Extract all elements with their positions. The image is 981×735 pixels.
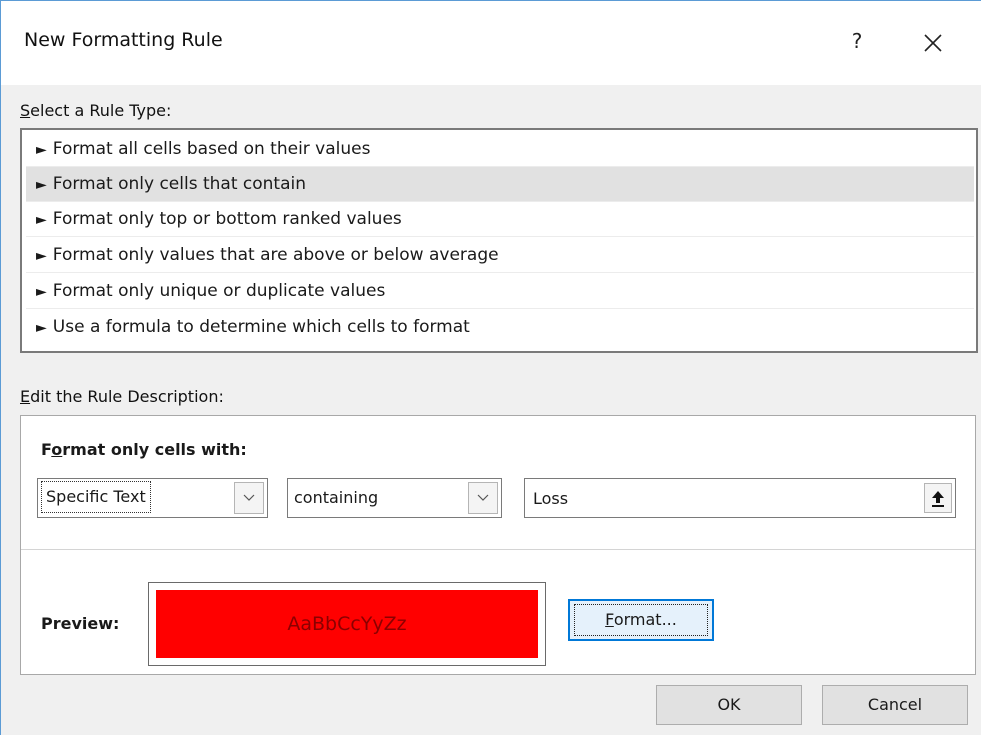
format-only-cells-heading: Format only cells with: xyxy=(41,440,247,459)
format-button[interactable]: Format... xyxy=(568,599,714,641)
arrow-right-icon: ► xyxy=(36,142,47,158)
chevron-down-icon[interactable] xyxy=(234,482,264,514)
arrow-right-icon: ► xyxy=(36,212,47,228)
rule-type-label-accesskey: S xyxy=(20,101,31,120)
format-preview-sample: AaBbCcYyZz xyxy=(156,590,538,658)
rule-type-item[interactable]: ► Format all cells based on their values xyxy=(26,132,974,167)
collapse-dialog-icon[interactable] xyxy=(924,483,952,513)
rule-type-item-label: Format only unique or duplicate values xyxy=(52,281,386,301)
operator-select[interactable]: containing xyxy=(287,478,502,518)
chevron-down-icon[interactable] xyxy=(468,482,498,514)
rule-description-label-accesskey: E xyxy=(20,387,31,406)
close-button[interactable] xyxy=(911,23,955,63)
ok-button[interactable]: OK xyxy=(656,685,802,725)
arrow-right-icon: ► xyxy=(36,320,47,336)
dialog-title: New Formatting Rule xyxy=(24,29,223,51)
rule-type-item[interactable]: ► Format only unique or duplicate values xyxy=(26,274,974,309)
arrow-right-icon: ► xyxy=(36,177,47,193)
format-preview: AaBbCcYyZz xyxy=(148,582,546,666)
rule-type-item-label: Use a formula to determine which cells t… xyxy=(52,317,470,337)
preview-label: Preview: xyxy=(41,614,120,633)
rule-type-label: Select a Rule Type: xyxy=(20,101,171,120)
rule-description-label: Edit the Rule Description: xyxy=(20,387,224,406)
new-formatting-rule-dialog: New Formatting Rule ? Select a Rule Type… xyxy=(0,0,981,735)
condition-type-value: Specific Text xyxy=(41,481,151,513)
rule-type-item[interactable]: ► Use a formula to determine which cells … xyxy=(26,310,974,345)
value-input-text: Loss xyxy=(533,489,569,508)
rule-type-item-label: Format only top or bottom ranked values xyxy=(52,209,402,229)
rule-type-item[interactable]: ► Format only top or bottom ranked values xyxy=(26,202,974,237)
heading-text-start: F xyxy=(41,440,52,459)
operator-value: containing xyxy=(294,488,379,507)
rule-type-item-label: Format all cells based on their values xyxy=(52,139,371,159)
rule-type-item-label: Format only cells that contain xyxy=(52,174,306,194)
arrow-right-icon: ► xyxy=(36,248,47,264)
rule-type-item-selected[interactable]: ► Format only cells that contain xyxy=(26,167,974,202)
divider xyxy=(21,549,975,550)
arrow-right-icon: ► xyxy=(36,284,47,300)
format-button-label: Format... xyxy=(574,604,708,636)
help-button[interactable]: ? xyxy=(839,23,875,59)
rule-type-label-text: elect a Rule Type: xyxy=(30,101,172,120)
cancel-button[interactable]: Cancel xyxy=(822,685,968,725)
condition-type-select[interactable]: Specific Text xyxy=(37,478,268,518)
heading-text-end: rmat only cells with: xyxy=(62,440,247,459)
format-button-text: ormat... xyxy=(613,610,677,629)
rule-description-label-text: dit the Rule Description: xyxy=(30,387,224,406)
close-icon xyxy=(924,34,942,52)
format-button-accesskey: F xyxy=(605,610,614,629)
title-bar: New Formatting Rule ? xyxy=(1,1,981,85)
rule-type-list[interactable]: ► Format all cells based on their values … xyxy=(20,128,978,353)
heading-accesskey: o xyxy=(51,440,63,459)
rule-type-item[interactable]: ► Format only values that are above or be… xyxy=(26,238,974,273)
rule-description-panel: Format only cells with: Specific Text co… xyxy=(20,415,976,675)
rule-type-item-label: Format only values that are above or bel… xyxy=(52,245,499,265)
value-input[interactable]: Loss xyxy=(524,478,956,518)
